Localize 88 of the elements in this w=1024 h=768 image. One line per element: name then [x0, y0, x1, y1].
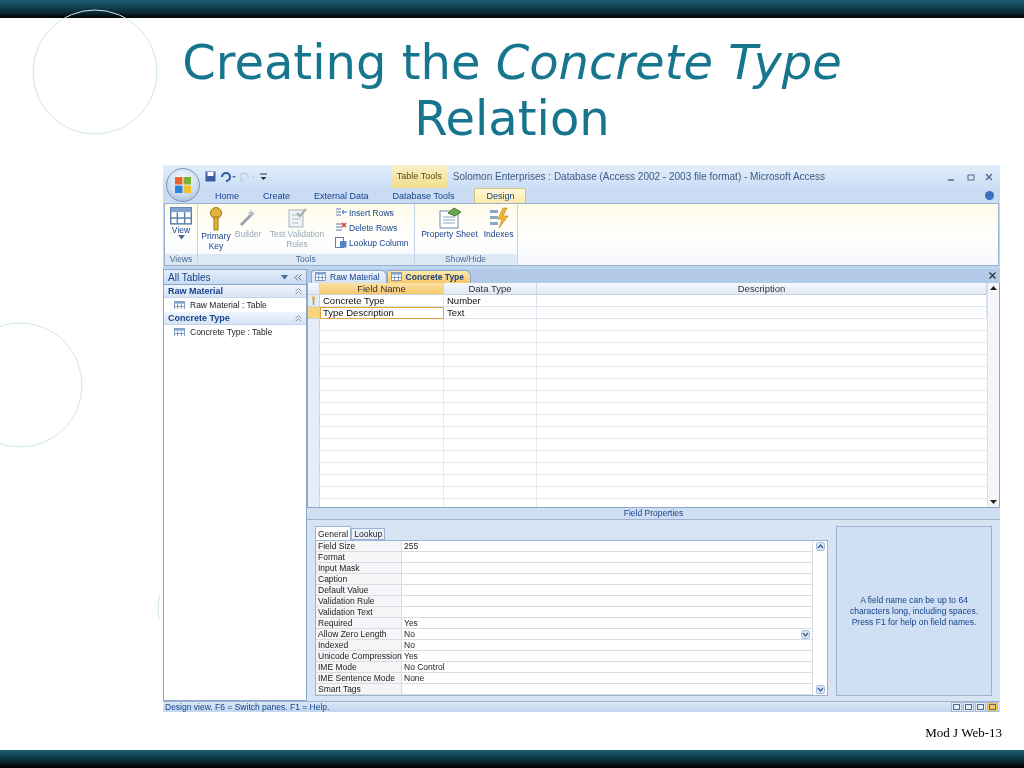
- table-cell[interactable]: Number: [444, 294, 537, 307]
- property-value[interactable]: No: [402, 629, 798, 640]
- property-name: Smart Tags: [316, 684, 402, 695]
- minimize-icon: [948, 178, 954, 181]
- dropdown-caret-icon: [281, 274, 288, 280]
- slide-title: Creating the Concrete Type Relation: [181, 33, 843, 148]
- property-name: Indexed: [316, 640, 402, 651]
- checklist-icon: [287, 207, 307, 229]
- property-value[interactable]: Yes: [402, 651, 798, 662]
- undo-icon: [220, 171, 236, 182]
- view-button[interactable]: [975, 702, 986, 712]
- table-icon: [174, 300, 185, 310]
- ribbon-tab[interactable]: External Data: [302, 188, 381, 203]
- table-cell[interactable]: Concrete Type: [320, 294, 444, 307]
- dropdown-arrow-icon[interactable]: [800, 629, 810, 639]
- group-label: Tools: [198, 254, 414, 265]
- restore-button[interactable]: [966, 171, 976, 182]
- collapse-icon[interactable]: [295, 314, 302, 322]
- customize-caret-icon: [260, 172, 267, 181]
- ribbon-button[interactable]: Lookup Column: [333, 236, 411, 249]
- table-icon: [390, 272, 402, 281]
- lookup-column-icon: [335, 237, 347, 248]
- status-text: Design view. F6 = Switch panes. F1 = Help.: [165, 702, 330, 712]
- lightning-icon: [487, 207, 510, 229]
- dropdown-caret-icon: [177, 234, 185, 240]
- help-icon[interactable]: [985, 191, 994, 200]
- help-text: A field name can be up to 64 characters long, including spaces. Press F1 for help on field names.: [848, 594, 979, 628]
- context-tab-label: Table Tools: [391, 165, 447, 188]
- table-cell[interactable]: [537, 306, 987, 319]
- property-tab[interactable]: Lookup: [351, 528, 386, 540]
- property-value[interactable]: Yes: [402, 618, 798, 629]
- property-value[interactable]: None: [402, 673, 798, 684]
- close-icon: [989, 272, 996, 280]
- property-name: Format: [316, 552, 402, 563]
- property-sheet-icon: [437, 207, 462, 229]
- nav-group-header[interactable]: Concrete Type: [164, 312, 306, 325]
- table-cell[interactable]: [537, 294, 987, 307]
- group-label: Show/Hide: [414, 254, 517, 265]
- slide-footer: Mod J Web-13: [925, 725, 1002, 741]
- ribbon-tab[interactable]: Database Tools: [380, 188, 467, 203]
- property-name: Input Mask: [316, 563, 402, 574]
- ribbon-button[interactable]: Property Sheet: [417, 206, 482, 240]
- close-button[interactable]: [984, 171, 994, 182]
- scroll-up-icon[interactable]: [815, 542, 825, 551]
- property-name: Field Size: [316, 541, 402, 552]
- ribbon-tab[interactable]: Create: [251, 188, 303, 203]
- property-value[interactable]: No: [402, 640, 798, 651]
- collapse-pane-icon[interactable]: [294, 273, 302, 281]
- nav-pane-title: All Tables: [168, 271, 211, 283]
- property-value[interactable]: No Control: [402, 662, 798, 673]
- delete-rows-icon: [335, 222, 347, 233]
- view-button[interactable]: [951, 702, 962, 712]
- scroll-down-icon[interactable]: [990, 500, 997, 505]
- view-button[interactable]: View: [168, 206, 194, 241]
- table-cell[interactable]: Type Description: [320, 306, 444, 319]
- close-icon: [984, 171, 994, 182]
- nav-group-header[interactable]: Raw Material: [164, 285, 306, 298]
- insert-rows-icon: [335, 207, 347, 218]
- property-name: IME Mode: [316, 662, 402, 673]
- view-button[interactable]: [987, 702, 998, 712]
- table-icon: [315, 272, 326, 281]
- table-icon: [170, 207, 192, 225]
- ribbon-tab[interactable]: Home: [203, 188, 251, 203]
- document-tab[interactable]: Raw Material: [311, 269, 387, 283]
- restore-icon: [966, 171, 976, 182]
- table-cell[interactable]: Text: [444, 306, 537, 319]
- window-title: Solomon Enterprises : Database (Access 2002 - 2003 file format) - Microsoft Access: [452, 171, 826, 182]
- scroll-down-icon[interactable]: [815, 685, 825, 694]
- property-name: Caption: [316, 574, 402, 585]
- ribbon-button[interactable]: Insert Rows: [333, 206, 411, 219]
- ribbon-button[interactable]: Indexes: [483, 206, 514, 240]
- key-icon: [311, 295, 316, 305]
- property-value[interactable]: 255: [402, 541, 798, 552]
- ribbon-button[interactable]: Primary Key: [201, 206, 231, 252]
- ribbon-tab[interactable]: Design: [474, 188, 527, 203]
- property-name: Required: [316, 618, 402, 629]
- ribbon-button[interactable]: Delete Rows: [333, 221, 411, 234]
- table-icon: [174, 327, 185, 337]
- collapse-icon[interactable]: [295, 287, 302, 295]
- save-icon: [205, 171, 216, 182]
- section-title: Field Properties: [307, 508, 1000, 520]
- document-tab[interactable]: Concrete Type: [386, 269, 472, 283]
- key-icon: [209, 207, 223, 231]
- office-logo-icon: [174, 176, 192, 194]
- redo-icon: [240, 171, 256, 182]
- group-label: Views: [165, 254, 197, 265]
- property-tab[interactable]: General: [315, 526, 352, 540]
- view-button[interactable]: [963, 702, 974, 712]
